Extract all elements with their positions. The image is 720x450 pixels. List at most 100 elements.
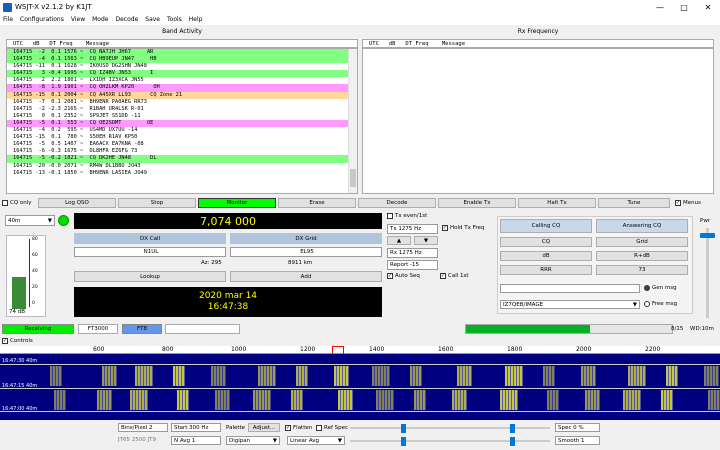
band-activity-list[interactable]: 164715 -2 0.1 1576 ~ CQ NA7JH JH67 AR 164… bbox=[6, 48, 358, 194]
enable-tx-button[interactable]: Enable Tx bbox=[438, 198, 516, 208]
menu-file[interactable]: File bbox=[3, 16, 13, 23]
bins-per-pixel-spinbox[interactable]: Bins/Pixel 2 bbox=[118, 423, 168, 432]
tx-frequency-marker[interactable] bbox=[332, 346, 344, 354]
controls-checkbox[interactable]: ✓ Controls bbox=[2, 338, 33, 344]
spec-gain-handle[interactable] bbox=[401, 437, 406, 446]
menu-mode[interactable]: Mode bbox=[92, 16, 108, 23]
adjust-button[interactable]: Adjust... bbox=[248, 423, 280, 432]
close-button[interactable]: ✕ bbox=[696, 0, 720, 14]
answering-cq-tab[interactable]: Answering CQ bbox=[596, 219, 688, 233]
decode-row[interactable]: 164715 -5 0.1 553 ~ CQ OE2SDMT OE bbox=[7, 119, 349, 128]
add-button[interactable]: Add bbox=[230, 271, 382, 282]
minimize-button[interactable]: — bbox=[648, 0, 672, 14]
menus-checkbox[interactable]: ✓ Menus bbox=[675, 200, 701, 206]
frequency-tick-label: 2200 bbox=[645, 346, 661, 353]
decode-row[interactable]: 164715 -15 0.1 2004 ~ CQ A45XR LL93 CQ Z… bbox=[7, 91, 349, 99]
decode-row[interactable]: 164715 -4 0.1 1563 ~ CQ HB9EUP JN47 HB bbox=[7, 56, 349, 64]
erase-button[interactable]: Erase bbox=[278, 198, 356, 208]
free-msg-radio[interactable]: Free msg bbox=[644, 301, 677, 307]
decode-row[interactable]: 164715 0 0.1 2352 ~ SP9JET S51DD -11 bbox=[7, 113, 349, 120]
menu-save[interactable]: Save bbox=[145, 16, 160, 23]
r-db-button[interactable]: R+dB bbox=[596, 251, 688, 261]
call-1st-checkbox[interactable]: ✓ Call 1st bbox=[440, 273, 469, 279]
hold-tx-freq-checkbox[interactable]: ✓ Hold Tx Freq bbox=[442, 225, 484, 231]
calling-cq-tab[interactable]: Calling CQ bbox=[500, 219, 592, 233]
menu-help[interactable]: Help bbox=[189, 16, 203, 23]
azimuth-label: Az: 295 bbox=[201, 260, 222, 266]
log-qso-button[interactable]: Log QSO bbox=[38, 198, 116, 208]
auto-seq-checkbox[interactable]: ✓ Auto Seq bbox=[387, 273, 420, 279]
cq-only-checkbox[interactable]: CQ only bbox=[2, 200, 32, 206]
smooth-spinbox[interactable]: Smooth 1 bbox=[555, 436, 600, 445]
down-arrow-button[interactable]: ▼ bbox=[414, 236, 438, 245]
tune-button[interactable]: Tune bbox=[598, 198, 670, 208]
rx-freq-spinbox[interactable]: Rx 1275 Hz bbox=[387, 248, 438, 258]
decode-row[interactable]: 164715 -8 1.9 1901 ~ CQ OH2LKM KP20 OH bbox=[7, 84, 349, 92]
gain-slider-handle[interactable] bbox=[401, 424, 406, 433]
menu-tools[interactable]: Tools bbox=[167, 16, 182, 23]
menu-configurations[interactable]: Configurations bbox=[20, 16, 64, 23]
receiving-status: Receiving bbox=[2, 324, 74, 334]
signal-trace bbox=[253, 390, 271, 410]
stop-button[interactable]: Stop bbox=[118, 198, 196, 208]
waterfall-time-label: 16:47:30 40m bbox=[2, 358, 38, 364]
report-spinbox[interactable]: Report -15 bbox=[387, 260, 438, 270]
ref-spec-checkbox[interactable]: Ref Spec bbox=[316, 425, 348, 431]
rrr-button[interactable]: RRR bbox=[500, 265, 592, 275]
cq-button[interactable]: CQ bbox=[500, 237, 592, 247]
decode-button[interactable]: Decode bbox=[358, 198, 436, 208]
ref-spec-label: Ref Spec bbox=[324, 425, 349, 431]
maximize-button[interactable]: □ bbox=[672, 0, 696, 14]
frequency-tick-label: 1800 bbox=[507, 346, 523, 353]
menu-decode[interactable]: Decode bbox=[115, 16, 138, 23]
decode-row[interactable]: 164715 -13 -0.1 1850 ~ BH9ENR LA5IEA JO4… bbox=[7, 170, 349, 177]
decode-row[interactable]: 164715 -6 -0.3 1675 ~ DL8HFR EZ6FG 73 bbox=[7, 148, 349, 155]
n-avg-spinbox[interactable]: N Avg 1 bbox=[171, 436, 221, 445]
pwr-slider-handle[interactable] bbox=[700, 233, 715, 238]
gen-msg-radio[interactable]: Gen msg bbox=[644, 285, 677, 291]
dx-call-input[interactable]: N1UL bbox=[74, 247, 226, 257]
waterfall-display[interactable]: 16:47:30 40m 16:47:15 40m 16:47:00 40m bbox=[0, 354, 720, 420]
tx-even-checkbox[interactable]: Tx even/1st bbox=[387, 213, 427, 219]
zero-slider-handle[interactable] bbox=[510, 424, 515, 433]
decode-row[interactable]: 164715 3 -0.4 1695 ~ CQ IZ4BV JN53 I bbox=[7, 70, 349, 78]
decode-row[interactable]: 164715 -2 -2.3 2165 ~ R1BAH UR4LSK R-01 bbox=[7, 106, 349, 113]
decode-row[interactable]: 164715 -5 -0.2 1821 ~ CQ DK2HE JN48 DL bbox=[7, 155, 349, 163]
spec-zero-handle[interactable] bbox=[510, 437, 515, 446]
spec-percent-spinbox[interactable]: Spec 0 % bbox=[555, 423, 600, 432]
decode-row[interactable]: 164715 -11 0.1 1628 ~ IK0USD DG2SHN JN48 bbox=[7, 63, 349, 70]
decode-row[interactable]: 164715 -4 0.2 595 ~ US4MD UX7UU -14 bbox=[7, 127, 349, 134]
decode-row[interactable]: 164715 -2 0.1 1576 ~ CQ NA7JH JH67 AR bbox=[7, 49, 349, 57]
signal-trace bbox=[410, 366, 422, 386]
db-button[interactable]: dB bbox=[500, 251, 592, 261]
jt65-label: JT65 2500 JT9 bbox=[118, 437, 156, 443]
signal-trace bbox=[585, 390, 600, 410]
flatten-checkbox[interactable]: ✓ Flatten bbox=[285, 425, 312, 431]
band-select[interactable]: 40m ▼ bbox=[5, 215, 55, 226]
avg-select[interactable]: Linear Avg ▼ bbox=[287, 436, 345, 445]
gen-msg-field[interactable] bbox=[500, 284, 640, 293]
dx-grid-input[interactable]: EL95 bbox=[230, 247, 382, 257]
band-activity-title: Band Activity bbox=[162, 28, 202, 35]
start-freq-spinbox[interactable]: Start 300 Hz bbox=[171, 423, 221, 432]
clock-display: 2020 mar 14 16:47:38 bbox=[74, 287, 382, 317]
decode-row[interactable]: 164715 -5 0.5 1407 ~ EA6ACX EA7KNA -08 bbox=[7, 141, 349, 148]
pwr-slider-track bbox=[706, 228, 709, 318]
band-activity-scrollbar[interactable] bbox=[348, 49, 357, 193]
rx-frequency-list[interactable] bbox=[362, 48, 714, 194]
decode-row[interactable]: 164715 -20 -0.0 2071 ~ RM4W DL1BBO JO43 bbox=[7, 163, 349, 170]
monitor-button[interactable]: Monitor bbox=[198, 198, 276, 208]
grid-button[interactable]: Grid bbox=[596, 237, 688, 247]
lookup-button[interactable]: Lookup bbox=[74, 271, 226, 282]
decode-row[interactable]: 164715 2 2.2 1801 ~ LX1DH IZ3XCA JN55 bbox=[7, 77, 349, 84]
signal-trace bbox=[291, 390, 303, 410]
tx-freq-spinbox[interactable]: Tx 1275 Hz bbox=[387, 224, 438, 234]
up-arrow-button[interactable]: ▲ bbox=[387, 236, 411, 245]
decode-row[interactable]: 164715 -15 0.1 780 ~ S50EH R1AV KP50 bbox=[7, 134, 349, 141]
decode-row[interactable]: 164715 -7 0.1 2081 ~ BH9ENR PA0AEG RR73 bbox=[7, 99, 349, 106]
free-text-input[interactable]: IZ7QEB/IMAGE ▼ bbox=[500, 300, 640, 309]
menu-view[interactable]: View bbox=[71, 16, 85, 23]
palette-select[interactable]: Digipan ▼ bbox=[226, 436, 280, 445]
seventy-three-button[interactable]: 73 bbox=[596, 265, 688, 275]
halt-tx-button[interactable]: Halt Tx bbox=[518, 198, 596, 208]
